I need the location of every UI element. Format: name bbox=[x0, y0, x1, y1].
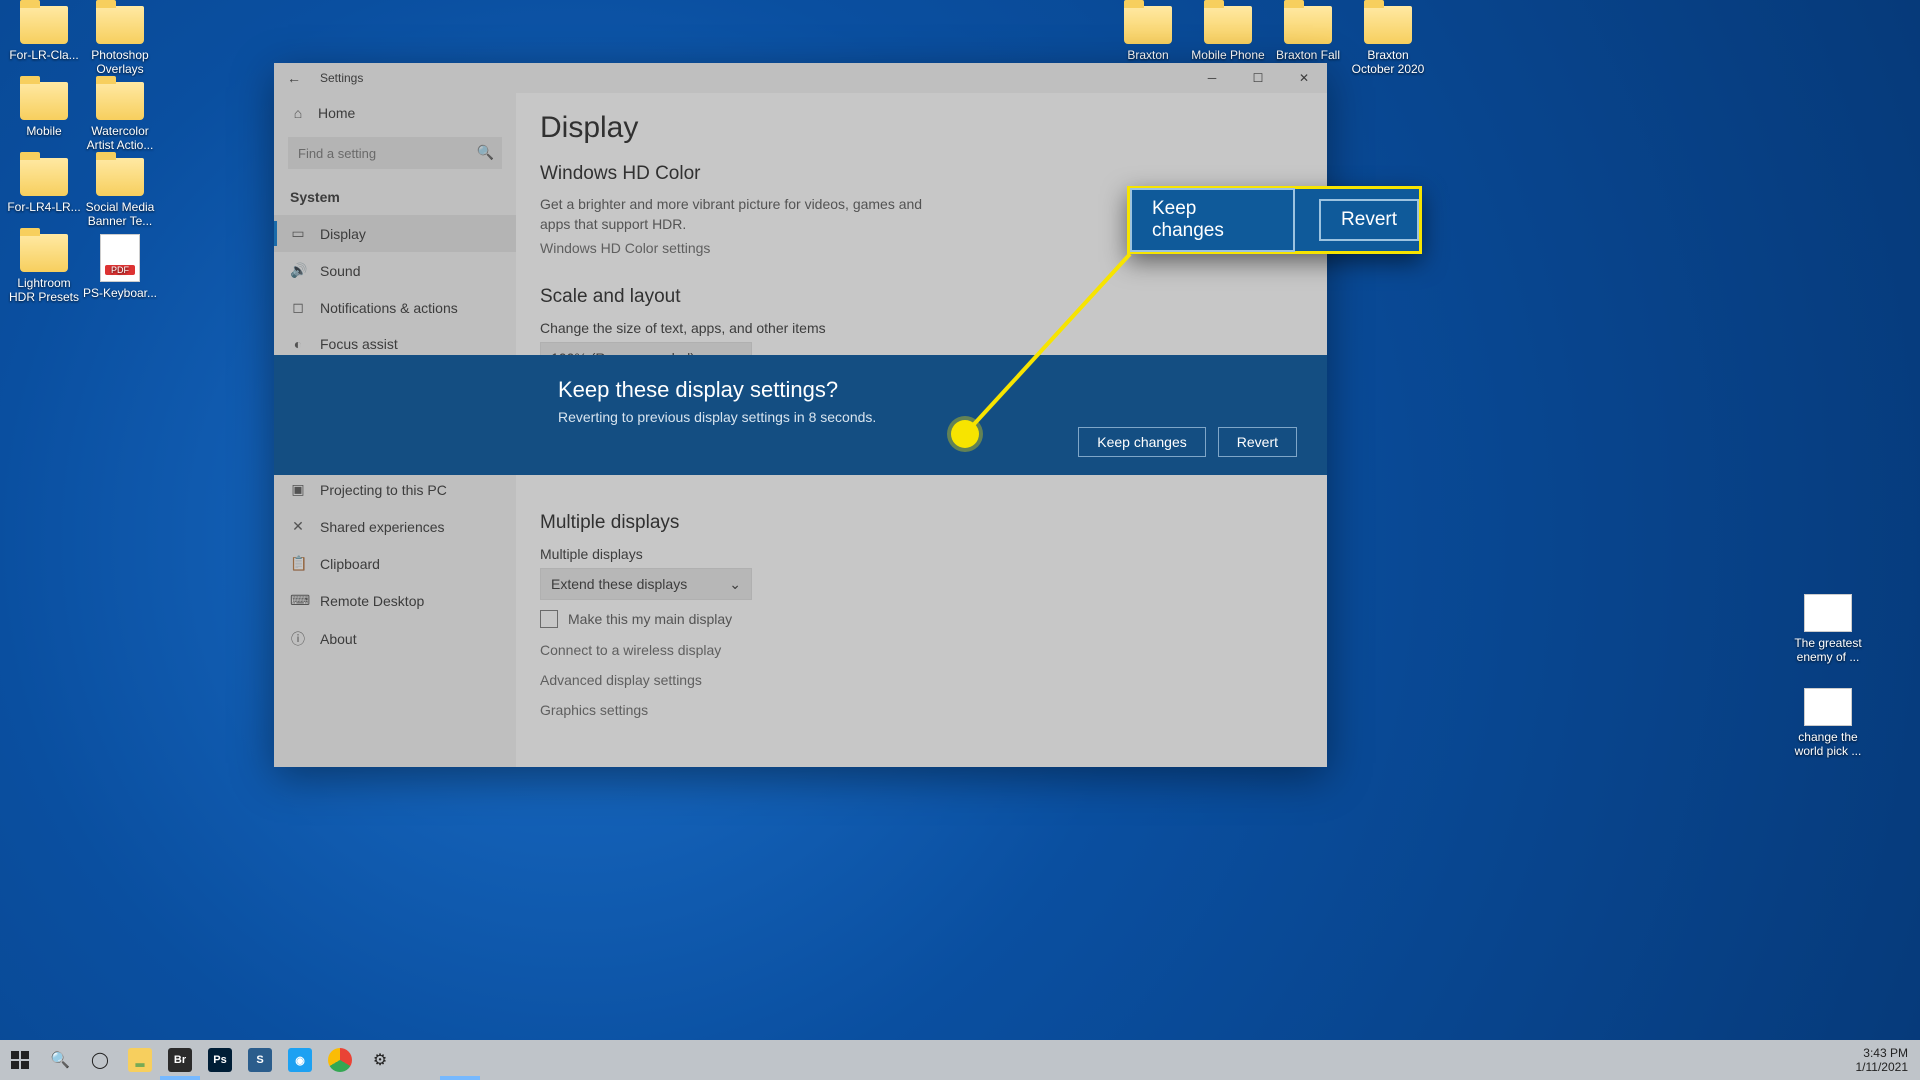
task-view-button[interactable]: ◯ bbox=[80, 1040, 120, 1080]
sidebar-search: 🔍 bbox=[288, 137, 502, 169]
multi-displays-label: Multiple displays bbox=[540, 546, 1303, 562]
desktop-icon[interactable]: Mobile bbox=[6, 82, 82, 138]
page-title: Display bbox=[540, 111, 1303, 145]
main-display-checkbox-row[interactable]: Make this my main display bbox=[540, 610, 1303, 628]
window-title: Settings bbox=[314, 71, 1189, 85]
confirm-subtitle: Reverting to previous display settings i… bbox=[558, 409, 1297, 425]
search-icon: 🔍 bbox=[477, 144, 494, 161]
advanced-display-link[interactable]: Advanced display settings bbox=[540, 672, 1303, 688]
hd-color-link[interactable]: Windows HD Color settings bbox=[540, 240, 710, 256]
close-button[interactable]: ✕ bbox=[1281, 63, 1327, 93]
minimize-button[interactable]: ─ bbox=[1189, 63, 1235, 93]
taskbar: 🔍 ◯ ▂ Br Ps S ◉ ⚙ 3:43 PM 1/11/2021 bbox=[0, 1040, 1920, 1080]
sidebar-item-display[interactable]: ▭Display bbox=[274, 215, 516, 252]
display-icon: ▭ bbox=[290, 225, 306, 242]
checkbox-icon bbox=[540, 610, 558, 628]
desktop-icon[interactable]: PS-Keyboar... bbox=[82, 234, 158, 300]
focus-icon: ◐ bbox=[290, 336, 306, 352]
sidebar-item-clipboard[interactable]: 📋Clipboard bbox=[274, 545, 516, 582]
sidebar-item-sound[interactable]: 🔊Sound bbox=[274, 252, 516, 289]
revert-button[interactable]: Revert bbox=[1218, 427, 1297, 457]
sidebar-item-remote-desktop[interactable]: ⌨Remote Desktop bbox=[274, 582, 516, 619]
desktop-icon[interactable]: For-LR4-LR... bbox=[6, 158, 82, 214]
annotation-callout: Keep changes Revert bbox=[1127, 186, 1422, 254]
sidebar-item-shared[interactable]: ✕Shared experiences bbox=[274, 508, 516, 545]
about-icon: ⓘ bbox=[290, 629, 306, 649]
scale-heading: Scale and layout bbox=[540, 286, 1303, 308]
sidebar-home[interactable]: ⌂ Home bbox=[274, 93, 516, 133]
sound-icon: 🔊 bbox=[290, 262, 306, 279]
app-button[interactable]: ◉ bbox=[280, 1040, 320, 1080]
sidebar-item-projecting[interactable]: ▣Projecting to this PC bbox=[274, 471, 516, 508]
file-explorer-button[interactable]: ▂ bbox=[120, 1040, 160, 1080]
search-input[interactable] bbox=[288, 137, 502, 169]
scale-label: Change the size of text, apps, and other… bbox=[540, 320, 1303, 336]
callout-keep-button: Keep changes bbox=[1130, 188, 1295, 252]
desktop-icon[interactable]: Lightroom HDR Presets bbox=[6, 234, 82, 305]
bridge-button[interactable]: Br bbox=[160, 1040, 200, 1080]
desktop-icon[interactable]: Photoshop Overlays bbox=[82, 6, 158, 77]
wireless-display-link[interactable]: Connect to a wireless display bbox=[540, 642, 1303, 658]
start-button[interactable] bbox=[0, 1040, 40, 1080]
desktop-icon[interactable]: Social Media Banner Te... bbox=[82, 158, 158, 229]
sidebar-category: System bbox=[274, 179, 516, 215]
clipboard-icon: 📋 bbox=[290, 555, 306, 572]
titlebar: ← Settings ─ ☐ ✕ bbox=[274, 63, 1327, 93]
sidebar-item-about[interactable]: ⓘAbout bbox=[274, 619, 516, 659]
chevron-down-icon: ⌄ bbox=[729, 576, 741, 593]
multi-displays-heading: Multiple displays bbox=[540, 512, 1303, 534]
hd-color-desc: Get a brighter and more vibrant picture … bbox=[540, 195, 940, 234]
maximize-button[interactable]: ☐ bbox=[1235, 63, 1281, 93]
snagit-button[interactable]: S bbox=[240, 1040, 280, 1080]
tray-time: 3:43 PM bbox=[1856, 1046, 1909, 1060]
keep-changes-button[interactable]: Keep changes bbox=[1078, 427, 1206, 457]
confirm-title: Keep these display settings? bbox=[558, 377, 1297, 403]
graphics-settings-link[interactable]: Graphics settings bbox=[540, 702, 1303, 718]
desktop-icon[interactable]: Braxton October 2020 bbox=[1350, 6, 1426, 77]
display-confirm-bar: Keep these display settings? Reverting t… bbox=[274, 355, 1327, 475]
chrome-button[interactable] bbox=[320, 1040, 360, 1080]
taskbar-search-button[interactable]: 🔍 bbox=[40, 1040, 80, 1080]
sidebar-item-notifications[interactable]: ◻Notifications & actions bbox=[274, 289, 516, 326]
photoshop-button[interactable]: Ps bbox=[200, 1040, 240, 1080]
callout-revert-button: Revert bbox=[1319, 199, 1419, 241]
desktop-icon[interactable]: For-LR-Cla... bbox=[6, 6, 82, 62]
system-tray[interactable]: 3:43 PM 1/11/2021 bbox=[1856, 1046, 1920, 1075]
tray-date: 1/11/2021 bbox=[1856, 1060, 1909, 1074]
remote-icon: ⌨ bbox=[290, 592, 306, 609]
back-button[interactable]: ← bbox=[274, 70, 314, 86]
multi-displays-dropdown[interactable]: Extend these displays ⌄ bbox=[540, 568, 752, 600]
annotation-dot bbox=[951, 420, 979, 448]
home-icon: ⌂ bbox=[290, 105, 306, 121]
desktop-icon[interactable]: change the world pick ... bbox=[1790, 688, 1866, 759]
projecting-icon: ▣ bbox=[290, 481, 306, 498]
shared-icon: ✕ bbox=[290, 518, 306, 535]
notifications-icon: ◻ bbox=[290, 299, 306, 316]
settings-taskbar-button[interactable]: ⚙ bbox=[360, 1040, 400, 1080]
hd-color-heading: Windows HD Color bbox=[540, 163, 1303, 185]
desktop-icon[interactable]: The greatest enemy of ... bbox=[1790, 594, 1866, 665]
desktop-icon[interactable]: Watercolor Artist Actio... bbox=[82, 82, 158, 153]
